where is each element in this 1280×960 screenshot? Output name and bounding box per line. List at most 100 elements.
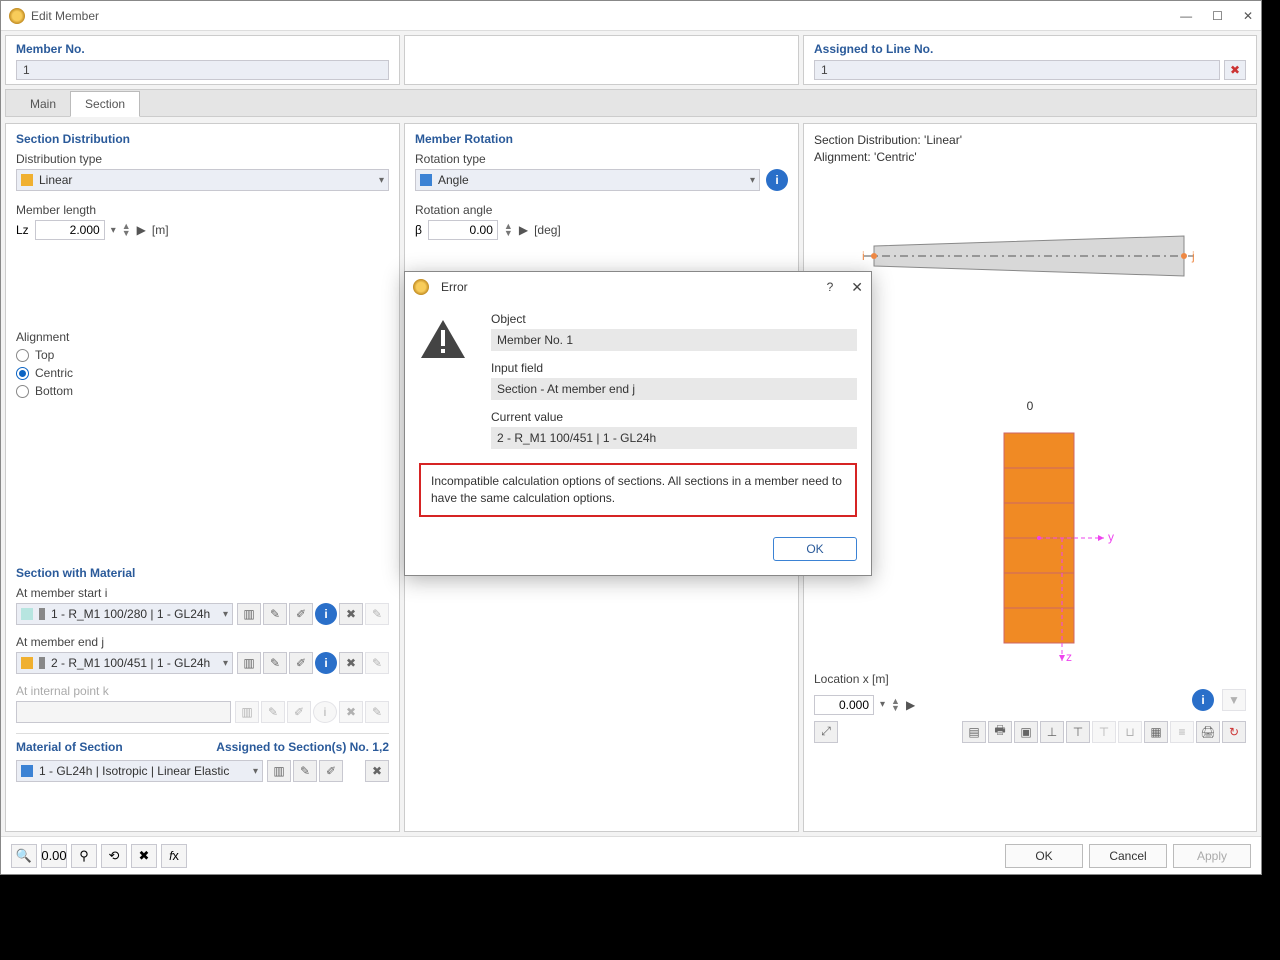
play-icon[interactable]: ▶ xyxy=(519,223,528,237)
assigned-label: Assigned to Line No. xyxy=(814,42,933,56)
new-button: ✎ xyxy=(261,701,285,723)
close-button[interactable]: ✕ xyxy=(1243,9,1253,23)
dist-type-dropdown[interactable]: Linear ▾ xyxy=(16,169,389,191)
tool-1-icon[interactable]: ▤ xyxy=(962,721,986,743)
edit-button[interactable]: ✐ xyxy=(289,652,313,674)
material-dropdown[interactable]: 1 - GL24h | Isotropic | Linear Elastic ▾ xyxy=(16,760,263,782)
section-mat-heading: Section with Material xyxy=(16,566,389,580)
maximize-button[interactable]: ☐ xyxy=(1212,9,1223,23)
rotation-type-dropdown[interactable]: Angle ▾ xyxy=(415,169,760,191)
footer-tool3-icon[interactable]: ⚲ xyxy=(71,844,97,868)
stepper-down-icon[interactable]: ▼ xyxy=(891,705,900,712)
chevron-down-icon: ▾ xyxy=(379,175,384,186)
chevron-down-icon[interactable]: ▾ xyxy=(880,699,885,710)
edit-member-window: Edit Member — ☐ ✕ Member No. Assigned to… xyxy=(0,0,1262,875)
angle-unit: [deg] xyxy=(534,223,561,237)
material-heading: Material of Section xyxy=(16,740,123,754)
play-icon[interactable]: ▶ xyxy=(137,223,146,237)
edit-button[interactable]: ✐ xyxy=(319,760,343,782)
member-length-label: Member length xyxy=(16,203,389,217)
tool-3-icon[interactable]: ▣ xyxy=(1014,721,1038,743)
cancel-button[interactable]: Cancel xyxy=(1089,844,1167,868)
chevron-down-icon: ▾ xyxy=(223,658,228,669)
align-top-radio[interactable]: Top xyxy=(16,348,389,362)
minimize-button[interactable]: — xyxy=(1180,9,1192,23)
length-unit: [m] xyxy=(152,223,169,237)
length-input[interactable] xyxy=(35,220,105,240)
new-button[interactable]: ✎ xyxy=(293,760,317,782)
app-icon xyxy=(413,279,429,295)
align-centric-radio[interactable]: Centric xyxy=(16,366,389,380)
edit-button[interactable]: ✐ xyxy=(289,603,313,625)
chevron-down-icon: ▾ xyxy=(253,766,258,777)
new-button[interactable]: ✎ xyxy=(263,652,287,674)
footer-help-icon[interactable]: 🔍 xyxy=(11,844,37,868)
new-button[interactable]: ✎ xyxy=(263,603,287,625)
footer-tool4-icon[interactable]: ⟲ xyxy=(101,844,127,868)
location-input[interactable] xyxy=(814,695,874,715)
tool-print-icon[interactable]: 🖶 xyxy=(988,721,1012,743)
material-value: 1 - GL24h | Isotropic | Linear Elastic xyxy=(39,764,253,778)
start-section-dropdown[interactable]: 1 - R_M1 100/280 | 1 - GL24h ▾ xyxy=(16,603,233,625)
start-section-value: 1 - R_M1 100/280 | 1 - GL24h xyxy=(51,607,223,621)
end-swatch-icon xyxy=(21,657,33,669)
tool-7-icon[interactable]: ⊔ xyxy=(1118,721,1142,743)
pick-line-button[interactable]: ✖ xyxy=(1224,60,1246,80)
stepper-down-icon[interactable]: ▼ xyxy=(504,230,513,237)
filter-button[interactable]: ▼ xyxy=(1222,689,1246,711)
close-icon[interactable]: ✕ xyxy=(851,279,863,296)
tool-4-icon[interactable]: ⊥ xyxy=(1040,721,1064,743)
edit-button: ✐ xyxy=(287,701,311,723)
tool-5-icon[interactable]: ⊤ xyxy=(1066,721,1090,743)
library-button[interactable]: ▥ xyxy=(267,760,291,782)
tool-6-icon[interactable]: ⊤ xyxy=(1092,721,1116,743)
member-elevation-preview: i j xyxy=(814,176,1246,356)
material-assigned: Assigned to Section(s) No. 1,2 xyxy=(216,740,389,754)
internal-label: At internal point k xyxy=(16,684,389,698)
angle-input[interactable] xyxy=(428,220,498,240)
library-button[interactable]: ▥ xyxy=(237,603,261,625)
info-button[interactable]: i xyxy=(1192,689,1214,711)
tool-refresh-icon[interactable]: ↻ xyxy=(1222,721,1246,743)
footer-units-icon[interactable]: 0.00 xyxy=(41,844,67,868)
footer-tool5-icon[interactable]: ✖ xyxy=(131,844,157,868)
app-icon xyxy=(9,8,25,24)
linear-swatch-icon xyxy=(21,174,33,186)
length-unit-chevron-icon[interactable]: ▾ xyxy=(111,225,116,236)
delete-button[interactable]: ✖ xyxy=(365,760,389,782)
info-button[interactable]: i xyxy=(766,169,788,191)
error-ok-button[interactable]: OK xyxy=(773,537,857,561)
axis-z-label: z xyxy=(1066,650,1072,663)
tool-9-icon[interactable]: ≡ xyxy=(1170,721,1194,743)
play-icon[interactable]: ▶ xyxy=(906,698,915,712)
member-no-input[interactable] xyxy=(16,60,389,80)
dist-type-value: Linear xyxy=(39,173,379,187)
apply-button[interactable]: Apply xyxy=(1173,844,1251,868)
help-icon[interactable]: ? xyxy=(827,280,834,294)
info-button[interactable]: i xyxy=(315,652,337,674)
error-current-value: 2 - R_M1 100/451 | 1 - GL24h xyxy=(491,427,857,449)
footer-tool6-icon[interactable]: fx xyxy=(161,844,187,868)
tool-printer-icon[interactable]: 🖨 xyxy=(1196,721,1220,743)
alignment-label: Alignment xyxy=(16,330,389,344)
delete-button[interactable]: ✖ xyxy=(339,652,363,674)
stepper-down-icon[interactable]: ▼ xyxy=(122,230,131,237)
ok-button[interactable]: OK xyxy=(1005,844,1083,868)
warning-icon xyxy=(419,318,467,360)
preview-line1: Section Distribution: 'Linear' xyxy=(814,132,1246,149)
tab-main[interactable]: Main xyxy=(16,92,70,116)
end-label: At member end j xyxy=(16,635,389,649)
delete-button[interactable]: ✖ xyxy=(339,603,363,625)
member-no-label: Member No. xyxy=(16,42,389,56)
assigned-input[interactable] xyxy=(814,60,1220,80)
info-button[interactable]: i xyxy=(315,603,337,625)
tab-section[interactable]: Section xyxy=(70,91,140,117)
extra-button[interactable]: ✎ xyxy=(365,603,389,625)
library-button[interactable]: ▥ xyxy=(237,652,261,674)
extra-button[interactable]: ✎ xyxy=(365,652,389,674)
rotation-angle-label: Rotation angle xyxy=(415,203,788,217)
align-bottom-radio[interactable]: Bottom xyxy=(16,384,389,398)
tool-grid-icon[interactable]: ▦ xyxy=(1144,721,1168,743)
tool-expand-icon[interactable]: ⤢ xyxy=(814,721,838,743)
end-section-dropdown[interactable]: 2 - R_M1 100/451 | 1 - GL24h ▾ xyxy=(16,652,233,674)
